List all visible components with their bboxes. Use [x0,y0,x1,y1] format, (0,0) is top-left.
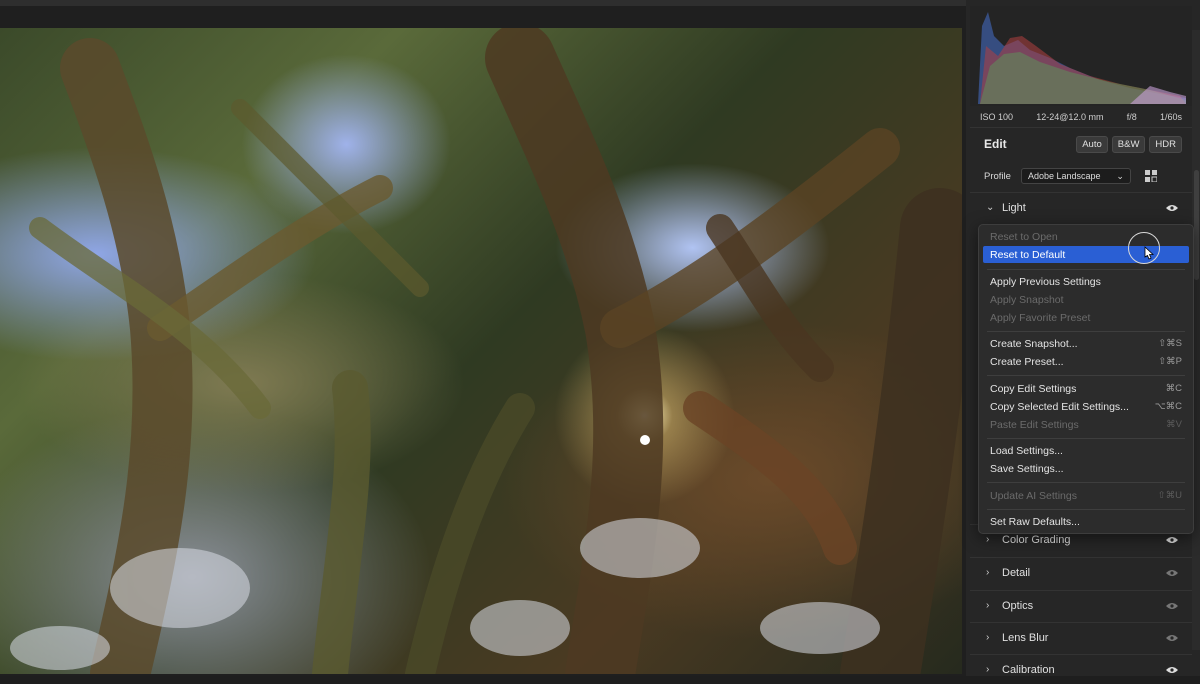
aperture-value: f/8 [1126,111,1137,122]
exif-info: ISO 100 12-24@12.0 mm f/8 1/60s [970,106,1192,128]
profile-label: Profile [984,170,1011,182]
image-canvas[interactable] [0,6,966,676]
eye-icon[interactable] [1166,634,1178,642]
lens-value: 12-24@12.0 mm [1036,111,1104,122]
menu-item-set-raw-defaults[interactable]: Set Raw Defaults... [983,513,1189,530]
section-label: Detail [1002,566,1031,579]
chevron-right-icon: › [986,664,990,675]
chevron-right-icon: › [986,567,990,578]
profile-select[interactable]: Adobe Landscape ⌄ [1020,168,1131,184]
edit-title: Edit [984,137,1007,151]
menu-item-copy-edit-settings[interactable]: Copy Edit Settings ⌘C [983,380,1189,397]
menu-item-create-snapshot[interactable]: Create Snapshot... ⇧⌘S [983,335,1189,352]
eye-icon[interactable] [1166,602,1178,610]
menu-separator [987,482,1185,483]
menu-item-apply-favorite-preset[interactable]: Apply Favorite Preset [983,309,1189,326]
auto-button[interactable]: Auto [1076,135,1108,153]
shutter-value: 1/60s [1159,111,1182,122]
menu-item-apply-previous[interactable]: Apply Previous Settings [983,273,1189,290]
section-light[interactable]: ⌄ Light [970,192,1192,222]
section-label: Lens Blur [1002,631,1049,644]
menu-separator [987,509,1185,510]
section-calibration[interactable]: › Calibration [970,654,1192,684]
eye-icon[interactable] [1166,569,1178,577]
profile-browser-icon[interactable] [1144,170,1157,182]
menu-item-load-settings[interactable]: Load Settings... [983,442,1189,459]
eye-icon[interactable] [1166,666,1178,674]
chevron-right-icon: › [986,600,990,611]
section-lens-blur[interactable]: › Lens Blur [970,622,1192,652]
menu-item-save-settings[interactable]: Save Settings... [983,460,1189,477]
chevron-right-icon: › [986,534,990,545]
forest-photo [10,28,962,674]
menu-item-copy-selected-edit-settings[interactable]: Copy Selected Edit Settings... ⌥⌘C [983,398,1189,415]
profile-value: Adobe Landscape [1027,171,1101,181]
section-detail[interactable]: › Detail [970,557,1192,587]
menu-item-paste-edit-settings[interactable]: Paste Edit Settings ⌘V [983,416,1189,433]
section-label: Calibration [1002,663,1055,676]
mouse-pointer-icon [1144,246,1155,260]
menu-separator [987,331,1185,332]
section-label: Color Grading [1002,533,1071,546]
chevron-right-icon: › [986,632,990,643]
iso-value: ISO 100 [980,111,1014,122]
section-label: Optics [1002,599,1034,612]
menu-separator [987,269,1185,270]
edit-header: Edit Auto B&W HDR [970,130,1192,158]
eye-icon[interactable] [1166,204,1178,212]
settings-context-menu: Reset to Open Reset to Default Apply Pre… [978,224,1194,534]
menu-item-apply-snapshot[interactable]: Apply Snapshot [983,291,1189,308]
scroll-thumb[interactable] [1194,170,1199,280]
menu-separator [987,438,1185,439]
section-label: Light [1002,201,1026,214]
menu-separator [987,375,1185,376]
section-optics[interactable]: › Optics [970,590,1192,620]
bw-button[interactable]: B&W [1111,135,1146,153]
hdr-button[interactable]: HDR [1149,135,1182,153]
chevron-down-icon: ⌄ [986,202,995,213]
menu-item-create-preset[interactable]: Create Preset... ⇧⌘P [983,353,1189,370]
eye-icon[interactable] [1166,536,1178,544]
photo-preview[interactable] [0,28,962,674]
menu-item-update-ai-settings[interactable]: Update AI Settings ⇧⌘U [983,487,1189,504]
profile-row: Profile Adobe Landscape ⌄ [970,164,1192,188]
chevron-down-icon: ⌄ [1116,170,1124,181]
histogram [970,6,1192,106]
